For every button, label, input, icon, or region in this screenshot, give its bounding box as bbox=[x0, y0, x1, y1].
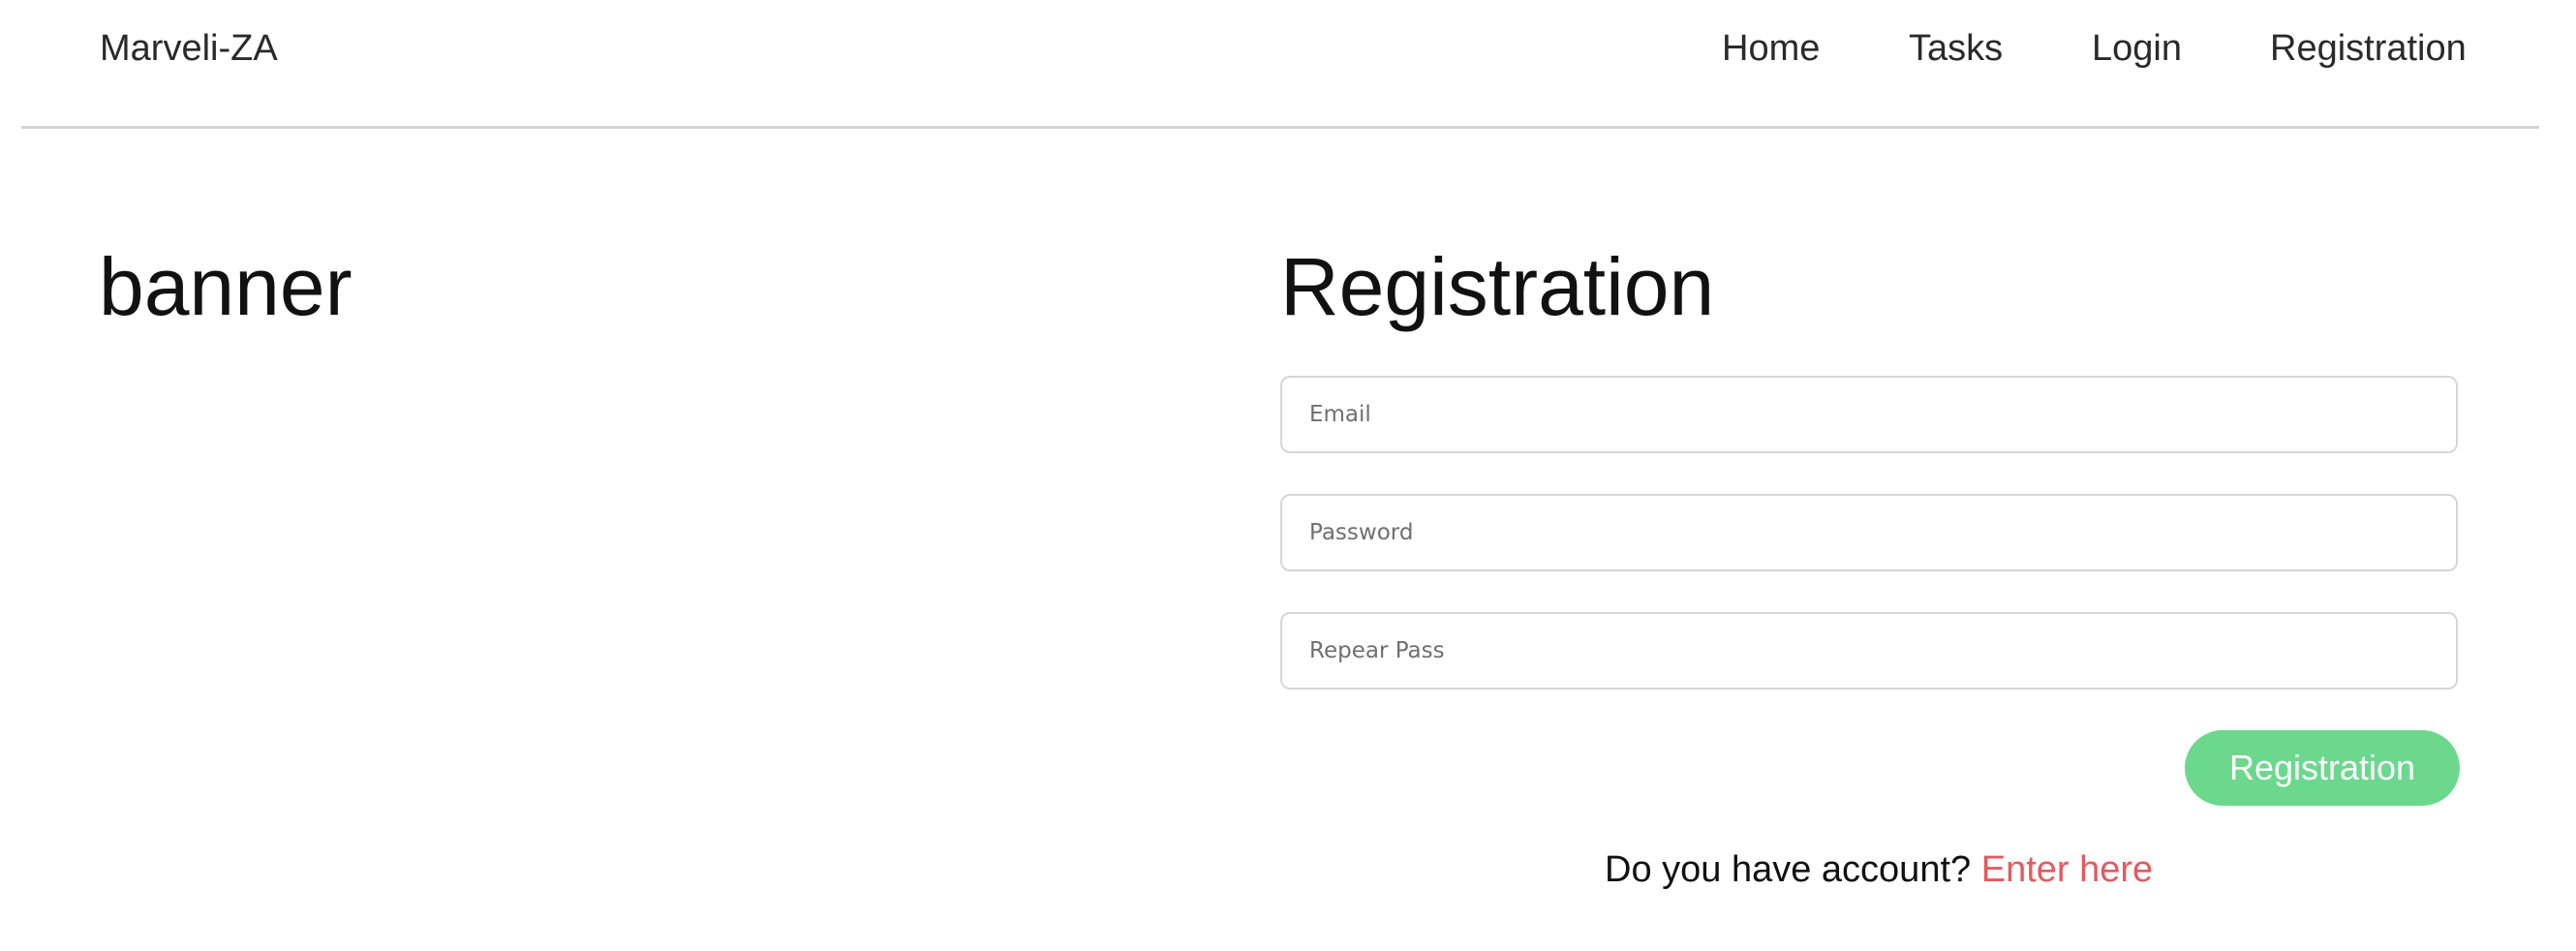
nav-home-link[interactable]: Home bbox=[1722, 25, 1820, 72]
top-navbar: Marveli-ZA Home Tasks Login Registration bbox=[21, 0, 2539, 129]
enter-here-link[interactable]: Enter here bbox=[1981, 849, 2153, 890]
password-field[interactable] bbox=[1280, 494, 2458, 571]
repeat-password-field[interactable] bbox=[1280, 612, 2458, 690]
email-field[interactable] bbox=[1280, 376, 2458, 453]
registration-submit-button[interactable]: Registration bbox=[2185, 730, 2460, 806]
brand-logo-link[interactable]: Marveli-ZA bbox=[100, 25, 278, 72]
registration-title: Registration bbox=[1280, 241, 1715, 332]
nav-tasks-link[interactable]: Tasks bbox=[1909, 25, 2003, 72]
nav-login-link[interactable]: Login bbox=[2092, 25, 2182, 72]
nav-registration-link[interactable]: Registration bbox=[2270, 25, 2467, 72]
login-prompt: Do you have account? Enter here bbox=[1605, 846, 2153, 893]
banner-placeholder: banner bbox=[99, 241, 353, 332]
account-question-text: Do you have account? bbox=[1605, 849, 1972, 890]
